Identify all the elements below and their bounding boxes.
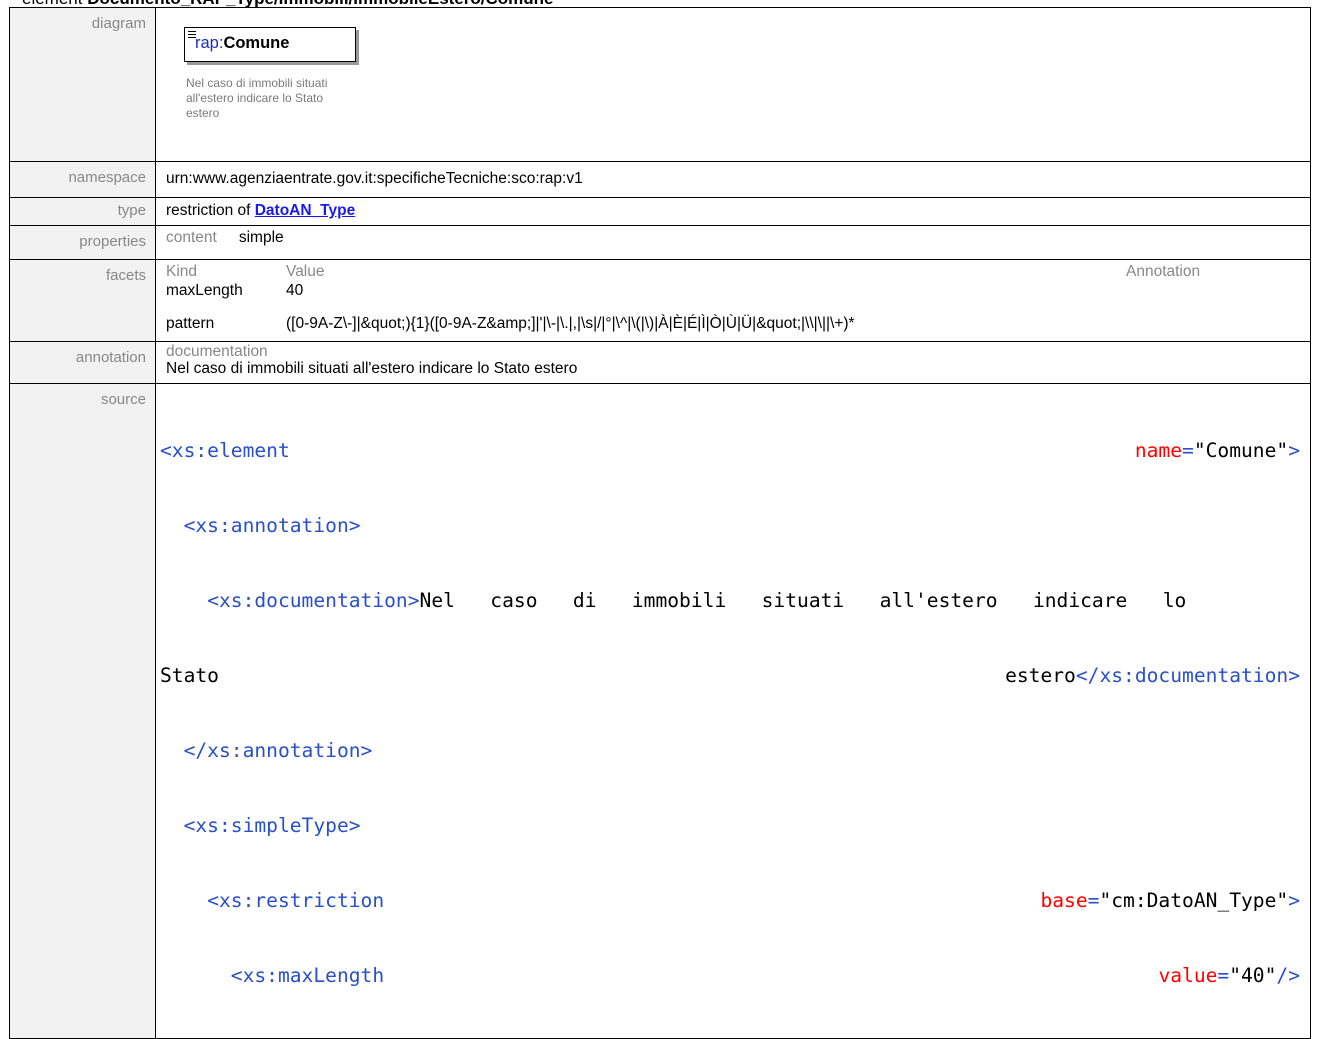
facet-row: pattern ([0-9A-Z\-]|&quot;){1}([0-9A-Z&a… (166, 313, 1300, 336)
annotation-row: annotation documentation Nel caso di imm… (9, 341, 1311, 384)
code-line: <xs:restriction base="cm:DatoAN_Type"> (207, 889, 1300, 912)
facets-label: facets (9, 259, 156, 342)
facet-value: ([0-9A-Z\-]|&quot;){1}([0-9A-Z&amp;]|'|\… (286, 315, 855, 332)
facets-row: facets Kind Value Annotation maxLength 4… (9, 259, 1311, 342)
facets-header-kind: Kind (166, 263, 198, 280)
source-cell: <xs:element name="Comune"> <xs:annotation… (155, 383, 1311, 1039)
property-key: content (166, 229, 217, 246)
code-line: <xs:documentation>Nel caso di immobili s… (207, 589, 1187, 612)
facet-row: maxLength 40 (166, 280, 1300, 303)
source-code: <xs:element name="Comune"> <xs:annotation… (160, 388, 1300, 1038)
annotation-label: annotation (9, 341, 156, 384)
code-line: Stato estero</xs:documentation> (160, 664, 1300, 687)
property-content: content simple (166, 229, 1300, 247)
facet-kind: pattern (166, 315, 215, 332)
code-line: <xs:annotation> (183, 514, 361, 537)
annotation-cell: documentation Nel caso di immobili situa… (155, 341, 1311, 384)
facet-value: 40 (286, 282, 304, 299)
element-node[interactable]: rap:Comune (184, 27, 356, 62)
facets-cell: Kind Value Annotation maxLength 40 patte… (155, 259, 1311, 342)
facet-kind: maxLength (166, 282, 243, 299)
facets-table: Kind Value Annotation maxLength 40 patte… (166, 263, 1300, 336)
diagram-label: diagram (9, 7, 156, 162)
annotation-documentation-text: Nel caso di immobili situati all'estero … (166, 360, 578, 377)
facets-header-annotation: Annotation (1126, 263, 1201, 280)
namespace-row: namespace urn:www.agenziaentrate.gov.it:… (9, 161, 1311, 198)
code-line: <xs:element name="Comune"> (160, 439, 1300, 462)
code-line: <xs:simpleType> (183, 814, 361, 837)
facets-header-value: Value (286, 263, 325, 280)
type-value: restriction of DatoAN_Type (155, 197, 1311, 226)
annotation-documentation-head: documentation (166, 343, 268, 360)
source-label: source (9, 383, 156, 1039)
namespace-value: urn:www.agenziaentrate.gov.it:specifiche… (155, 161, 1311, 198)
diagram-row: diagram rap:Comune Nel caso di immobili … (9, 7, 1311, 162)
code-line: </xs:annotation> (183, 739, 373, 762)
type-prefix: restriction of (166, 202, 255, 219)
diagram-cell: rap:Comune Nel caso di immobili situati … (155, 7, 1311, 162)
type-link[interactable]: DatoAN_Type (255, 202, 355, 219)
element-diagram: rap:Comune Nel caso di immobili situati … (184, 27, 1300, 121)
facets-header: Kind Value Annotation (166, 263, 1300, 280)
property-value: simple (238, 229, 284, 246)
source-row: source <xs:element name="Comune"> <xs:ann… (9, 383, 1311, 1039)
type-label: type (9, 197, 156, 226)
properties-label: properties (9, 225, 156, 260)
element-node-name: rap:Comune (195, 34, 290, 52)
namespace-label: namespace (9, 161, 156, 198)
properties-row: properties content simple (9, 225, 1311, 260)
type-row: type restriction of DatoAN_Type (9, 197, 1311, 226)
properties-cell: content simple (155, 225, 1311, 260)
element-documentation-table: diagram rap:Comune Nel caso di immobili … (9, 7, 1311, 1039)
diagram-documentation: Nel caso di immobili situati all'estero … (186, 76, 328, 120)
code-line: <xs:maxLength value="40"/> (230, 964, 1300, 987)
